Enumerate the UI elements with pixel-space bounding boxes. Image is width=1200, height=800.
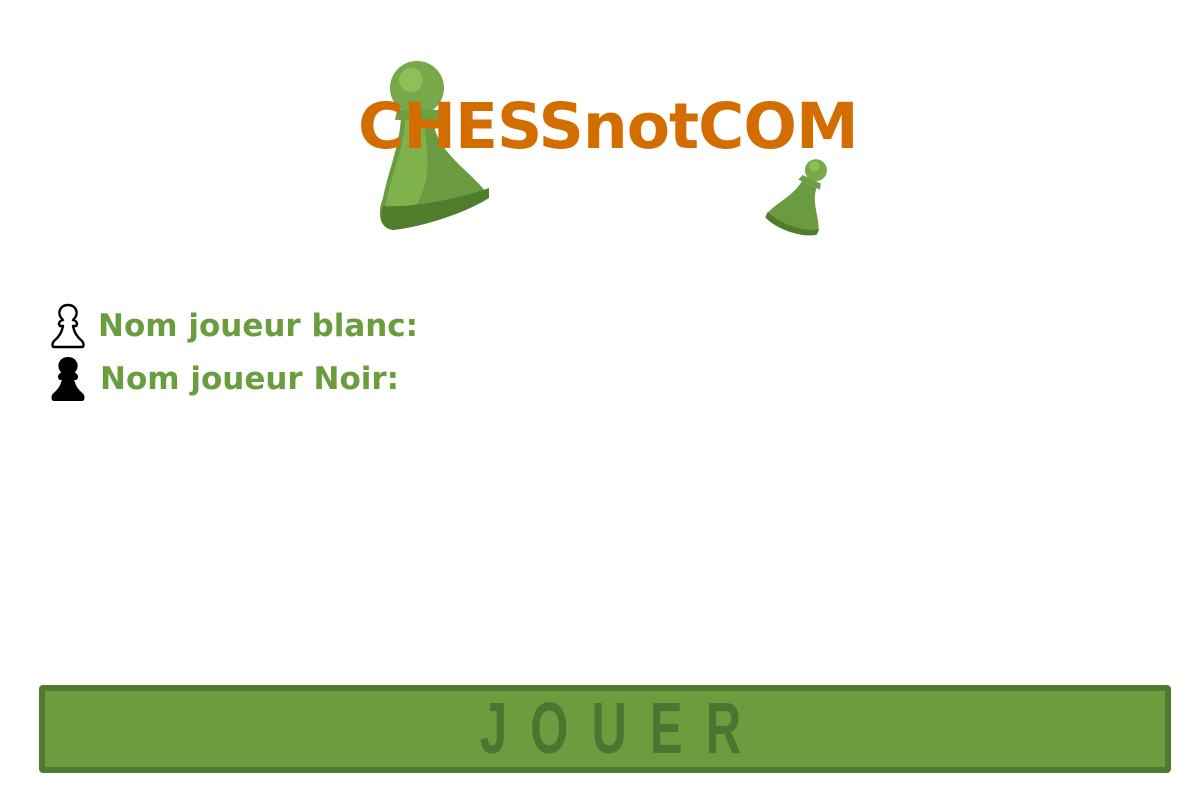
logo: CHESSnotCOM bbox=[355, 55, 859, 245]
black-player-label: Nom joueur Noir: bbox=[100, 361, 400, 397]
start-screen: CHESSnotCOM Nom joueur blanc: Nom joueur… bbox=[0, 0, 1200, 800]
play-button-label: JOUER bbox=[479, 689, 765, 769]
app-title: CHESSnotCOM bbox=[358, 90, 859, 163]
white-player-label: Nom joueur blanc: bbox=[98, 308, 419, 344]
white-pawn-icon bbox=[50, 303, 86, 349]
play-button[interactable]: JOUER bbox=[39, 685, 1171, 773]
black-pawn-icon bbox=[50, 356, 86, 402]
black-player-row: Nom joueur Noir: bbox=[50, 355, 399, 403]
white-player-row: Nom joueur blanc: bbox=[50, 302, 418, 350]
pawn-icon bbox=[765, 159, 827, 236]
